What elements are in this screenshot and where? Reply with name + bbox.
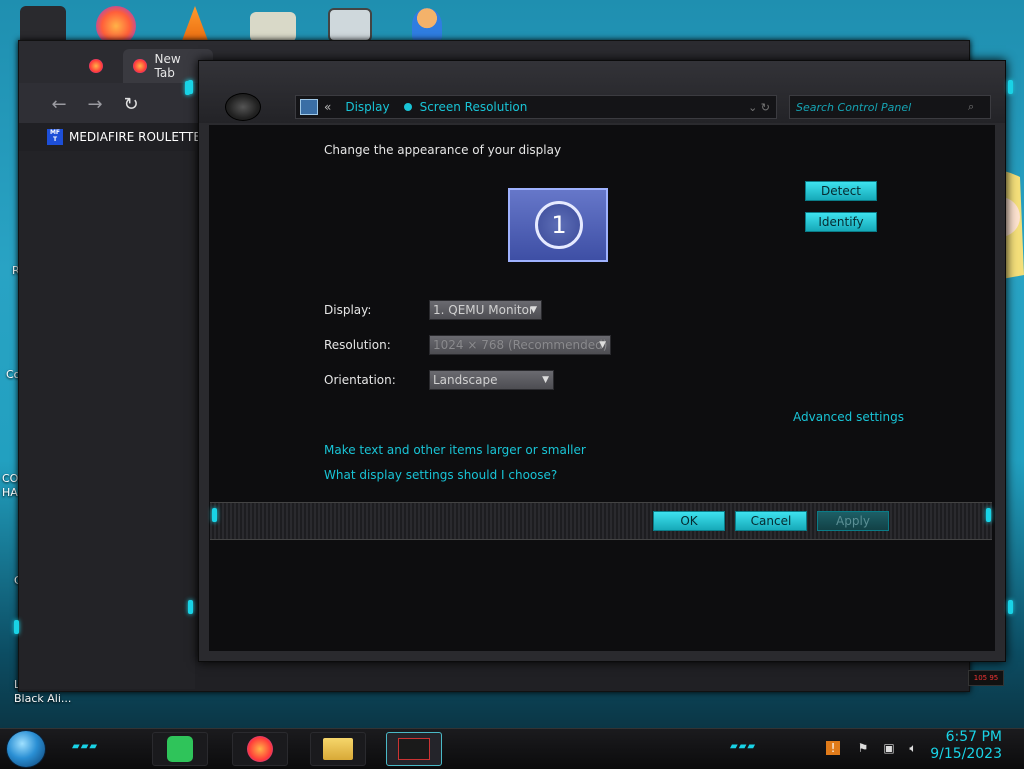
breadcrumb-separator-icon [403, 103, 412, 111]
flag-icon[interactable]: ⚑ [856, 741, 870, 755]
page-heading: Change the appearance of your display [324, 143, 562, 157]
browser-tab-pinned[interactable] [79, 49, 115, 83]
network-icon[interactable]: ▣ [882, 741, 896, 755]
chevron-down-icon: ▼ [599, 340, 606, 350]
breadcrumb-prefix: « [324, 100, 332, 114]
taskbar-notes-app[interactable] [152, 732, 208, 766]
browser-content [19, 151, 195, 689]
search-input[interactable] [790, 99, 968, 115]
monitor-1-tile[interactable]: 1 [508, 188, 608, 262]
tab-label: New Tab [154, 52, 181, 80]
apply-button: Apply [817, 511, 889, 531]
advanced-settings-link[interactable]: Advanced settings [793, 410, 904, 424]
taskbar-led-icon: ▰▰▰ [72, 741, 99, 752]
display-label: Display: [324, 303, 372, 317]
desktop-label-ha: HA [2, 486, 18, 499]
hxd-desktop-icon[interactable] [250, 12, 296, 42]
control-panel-icon [300, 99, 318, 115]
resolution-select-value: 1024 × 768 (Recommended) [433, 338, 608, 352]
text-size-link[interactable]: Make text and other items larger or smal… [324, 443, 586, 457]
breadcrumb-display[interactable]: Display [345, 100, 389, 114]
clock[interactable]: 6:57 PM 9/15/2023 [930, 729, 1002, 763]
bookmark-label: MEDIAFIRE ROULETTER [69, 130, 210, 144]
address-dropdown-refresh-icon[interactable]: ⌄ ↻ [748, 101, 770, 114]
orientation-label: Orientation: [324, 373, 396, 387]
user-desktop-icon[interactable] [412, 8, 442, 42]
detect-button[interactable]: Detect [805, 181, 877, 201]
breadcrumb-screen-resolution[interactable]: Screen Resolution [420, 100, 528, 114]
firefox-icon [89, 59, 103, 73]
desktop-label-black-ali: Black Ali... [14, 692, 72, 705]
taskbar-firefox[interactable] [232, 732, 288, 766]
monitor-badge: 105 95 [968, 670, 1004, 686]
app-desktop-icon[interactable] [328, 8, 372, 42]
frame-led [986, 508, 991, 522]
frame-led [212, 508, 217, 522]
orientation-select[interactable]: Landscape ▼ [429, 370, 554, 390]
frame-led [188, 600, 193, 614]
taskbar-file-explorer[interactable] [310, 732, 366, 766]
firefox-icon [247, 736, 273, 762]
resolution-select[interactable]: 1024 × 768 (Recommended) ▼ [429, 335, 611, 355]
mediafire-favicon: MF T [47, 129, 63, 145]
notes-icon [167, 736, 193, 762]
forward-arrow-icon[interactable]: → [83, 93, 107, 117]
ok-button[interactable]: OK [653, 511, 725, 531]
folder-icon [323, 738, 353, 760]
display-select-value: 1. QEMU Monitor [433, 303, 534, 317]
frame-led [14, 620, 19, 634]
desktop-label-co2: CO [2, 472, 19, 485]
start-button[interactable] [6, 730, 46, 768]
taskbar-control-panel[interactable] [386, 732, 442, 766]
taskbar: ▰▰▰ ▰▰▰ ! ⚑ ▣ 🔈︎ 6:57 PM 9/15/2023 [0, 728, 1024, 769]
identify-button[interactable]: Identify [805, 212, 877, 232]
chevron-down-icon: ▼ [530, 305, 537, 315]
notification-warning-icon[interactable]: ! [826, 741, 840, 755]
display-settings-icon [398, 738, 430, 760]
display-select[interactable]: 1. QEMU Monitor ▼ [429, 300, 542, 320]
search-icon: ⌕ [968, 100, 975, 113]
taskbar-led-icon: ▰▰▰ [730, 741, 757, 752]
frame-led [188, 80, 193, 94]
firefox-icon [133, 59, 147, 73]
chevron-down-icon: ▼ [542, 375, 549, 385]
resolution-label: Resolution: [324, 338, 391, 352]
volume-icon[interactable]: 🔈︎ [906, 741, 920, 755]
frame-led [1008, 80, 1013, 94]
reload-icon[interactable]: ↻ [119, 93, 143, 117]
address-bar[interactable]: « Display Screen Resolution ⌄ ↻ [295, 95, 777, 119]
back-nav-button[interactable] [225, 93, 261, 121]
monitor-number: 1 [535, 201, 583, 249]
cancel-button[interactable]: Cancel [735, 511, 807, 531]
orientation-select-value: Landscape [433, 373, 498, 387]
clock-time: 6:57 PM [945, 729, 1002, 745]
search-box[interactable]: ⌕ [789, 95, 991, 119]
back-arrow-icon[interactable]: ← [47, 93, 71, 117]
frame-led [1008, 600, 1013, 614]
display-settings-help-link[interactable]: What display settings should I choose? [324, 468, 557, 482]
bookmark-mediafire[interactable]: MF T MEDIAFIRE ROULETTER [47, 129, 209, 145]
clock-date: 9/15/2023 [930, 746, 1002, 762]
control-panel-window: « Display Screen Resolution ⌄ ↻ ⌕ [185, 60, 1006, 662]
